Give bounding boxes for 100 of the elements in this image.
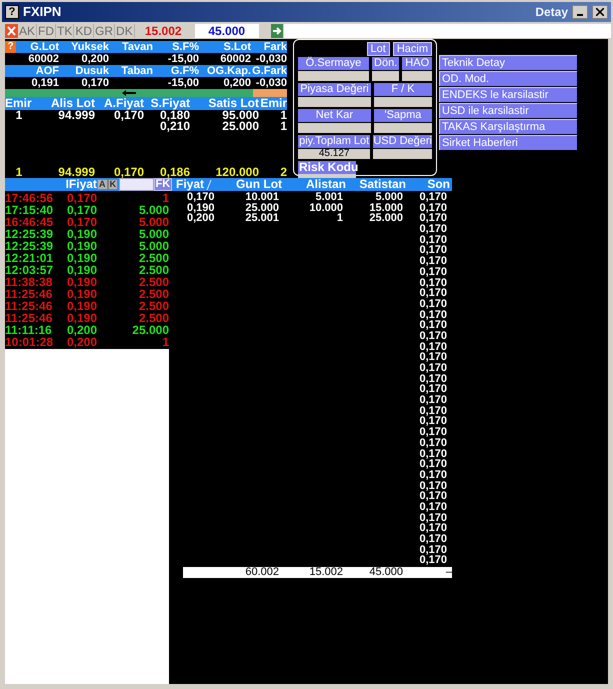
trade-lot: 2.500 bbox=[138, 276, 169, 288]
filter-button[interactable]: K bbox=[108, 179, 118, 190]
table-cell-text: 0,170 bbox=[114, 110, 144, 121]
toggle-button[interactable]: Hacim bbox=[392, 42, 432, 56]
summary-value: -0,030 bbox=[254, 77, 287, 89]
trade-time: 12:25:39 bbox=[5, 228, 54, 240]
trade-time: 17:46:56 bbox=[5, 192, 54, 204]
minimize-button[interactable] bbox=[572, 5, 588, 19]
trade-lot: 5.000 bbox=[138, 228, 169, 240]
trade-time: 11:25:46 bbox=[5, 288, 54, 300]
table-cell-text: 0,170 bbox=[418, 288, 447, 300]
menu-item[interactable]: ENDEKS le karsilastir bbox=[439, 87, 577, 102]
table-cell-text: 1 bbox=[336, 213, 343, 224]
table-cell-text: 1 bbox=[279, 121, 287, 132]
trade-time: 12:25:39 bbox=[5, 240, 54, 252]
value-field bbox=[372, 71, 400, 81]
trade-price: 0,190 bbox=[66, 276, 98, 288]
trade-price: 0,190 bbox=[66, 240, 98, 252]
column-header: Fiyat bbox=[176, 178, 204, 191]
table-cell-text: 0,170 bbox=[418, 192, 447, 203]
trade-price: 0,190 bbox=[66, 300, 98, 312]
close-icon bbox=[596, 8, 604, 16]
table-cell-text: 0,170 bbox=[418, 470, 447, 481]
table-cell-text: 94.999 bbox=[57, 110, 95, 121]
input-field[interactable] bbox=[284, 24, 611, 38]
help-button[interactable]: ? bbox=[5, 5, 19, 19]
menu-item[interactable]: Teknik Detay bbox=[439, 55, 577, 70]
table-cell-text: 0,170 bbox=[418, 523, 447, 534]
value-field bbox=[402, 71, 432, 81]
menu-item[interactable]: TAKAS Karşılaştırma bbox=[439, 119, 577, 134]
trade-lot: 5.000 bbox=[138, 240, 169, 252]
table-cell-text: 1 bbox=[279, 110, 287, 121]
arrow-icon[interactable] bbox=[270, 24, 283, 38]
value-field bbox=[298, 71, 369, 81]
table-cell-text: 1 bbox=[14, 110, 24, 121]
table-cell-text: 0,170 bbox=[418, 256, 447, 268]
column-header: Son bbox=[427, 177, 450, 191]
summary-value: 0,170 bbox=[80, 77, 109, 89]
table-cell-text: 0,170 bbox=[418, 534, 447, 545]
filter-button[interactable]: A bbox=[96, 179, 108, 190]
field-label: HAO bbox=[402, 57, 432, 70]
column-header: Emir bbox=[5, 97, 33, 110]
field-label: USD Değeri bbox=[373, 135, 432, 148]
table-cell-text: 10.001 bbox=[244, 192, 279, 203]
total-cell-text: 1 bbox=[14, 166, 24, 178]
trade-time: 11:38:38 bbox=[5, 276, 54, 288]
total-cell-text: 45.000 bbox=[368, 567, 403, 578]
fk-button[interactable]: FK bbox=[154, 178, 172, 191]
total-cell-text: 94.999 bbox=[57, 166, 95, 178]
trade-time: 12:21:01 bbox=[5, 252, 54, 264]
column-header: G.F% bbox=[170, 65, 199, 77]
column-header: Tavan bbox=[122, 41, 153, 53]
trade-time: 17:15:40 bbox=[5, 204, 54, 216]
table-cell-text: 15.000 bbox=[368, 202, 403, 214]
table-cell-text: 25.000 bbox=[244, 202, 279, 214]
table-cell-text: 0,170 bbox=[418, 416, 447, 428]
menu-item[interactable]: USD ile karsilastir bbox=[439, 103, 577, 118]
close-button[interactable] bbox=[592, 5, 608, 19]
field-label: Ö.Sermaye bbox=[298, 57, 369, 70]
trade-time: 12:03:57 bbox=[5, 264, 54, 276]
table-cell-text: 0,170 bbox=[418, 224, 447, 236]
menu-item[interactable]: OD. Mod. bbox=[439, 71, 577, 86]
table-cell-text: 0,170 bbox=[418, 512, 447, 524]
total-cell-text: 0,186 bbox=[158, 166, 190, 178]
column-header: S.Fiyat bbox=[150, 97, 190, 110]
toggle-button[interactable]: Lot bbox=[366, 42, 390, 56]
trade-price: 0,170 bbox=[66, 192, 98, 204]
left-arrow-icon bbox=[122, 90, 136, 96]
trade-price: 0,190 bbox=[66, 228, 98, 240]
table-cell-text: 0,170 bbox=[418, 395, 447, 406]
column-header: S.F% bbox=[172, 41, 199, 53]
table-cell-text: 5.001 bbox=[314, 192, 343, 203]
trade-price: 0,170 bbox=[66, 204, 98, 216]
table-cell-text: 0,170 bbox=[418, 459, 447, 470]
table-cell-text: 0,170 bbox=[418, 374, 447, 385]
menu-item[interactable]: Sirket Haberleri bbox=[439, 135, 577, 150]
table-cell-text: 0,170 bbox=[418, 384, 447, 396]
close-icon[interactable] bbox=[5, 24, 18, 38]
trade-lot: 2.500 bbox=[138, 312, 169, 324]
trade-price: 0,200 bbox=[66, 336, 98, 348]
column-header: Fark bbox=[264, 41, 287, 53]
table-cell-text: 0,170 bbox=[418, 352, 447, 364]
table-cell-text: 0,170 bbox=[418, 427, 447, 438]
field-label: F / K bbox=[374, 83, 432, 96]
total-cell-text: – bbox=[444, 567, 452, 578]
table-cell-text: 95.000 bbox=[221, 110, 259, 121]
help-button[interactable]: ? bbox=[5, 41, 16, 53]
column-header: Emir bbox=[259, 97, 287, 110]
column-header: Satistan bbox=[359, 177, 406, 191]
column-header: Taban bbox=[120, 65, 153, 77]
trade-time: 16:46:45 bbox=[5, 216, 54, 228]
table-cell-text: 0,210 bbox=[158, 121, 190, 132]
table-cell-text: 0,170 bbox=[418, 406, 447, 417]
column-header: S.Lot bbox=[224, 41, 251, 53]
summary-value: 0,200 bbox=[80, 53, 109, 65]
trade-lot: 2.500 bbox=[138, 288, 169, 300]
table-cell-text: 0,170 bbox=[418, 363, 447, 374]
table-cell-text: 0,170 bbox=[418, 502, 447, 513]
trade-price: 0,190 bbox=[66, 252, 98, 264]
filter-field[interactable] bbox=[119, 178, 154, 191]
